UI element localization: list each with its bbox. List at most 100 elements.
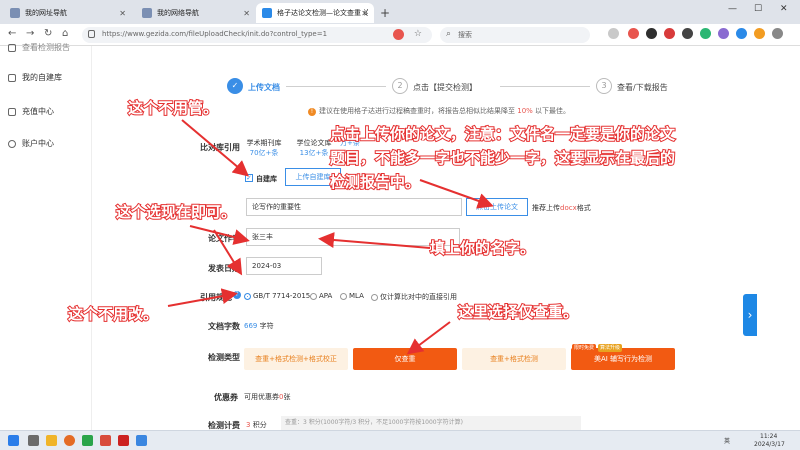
tab-nav-2[interactable]: 我的网络导航 ✕ — [136, 3, 256, 23]
citation-option-direct[interactable]: 仅计算比对中的直接引用 — [371, 292, 457, 302]
compare-library-label: 比对库引用 — [200, 143, 240, 152]
annotation-choose-plagiarism: 这里选择仅查重。 — [457, 302, 579, 322]
annotation-upload-line-2: 题目，不能多一字也不能少一字，这要显示在最后的 — [329, 148, 676, 168]
search-placeholder: 搜索 — [458, 31, 472, 39]
taskbar-app-icon[interactable] — [136, 435, 147, 446]
annotation-upload-line-3: 检测报告中。 — [329, 172, 421, 192]
wps-icon[interactable] — [100, 435, 111, 446]
back-arrow-icon[interactable]: ← — [8, 28, 16, 39]
report-icon — [8, 43, 16, 52]
warning-icon: ! — [308, 108, 316, 116]
close-window-icon[interactable]: ✕ — [780, 4, 788, 14]
tab-nav-1[interactable]: 我的网址导航 ✕ — [4, 3, 132, 23]
extension-icon[interactable] — [682, 28, 693, 39]
check-type-full[interactable]: 查重+格式检测+格式校正 — [244, 348, 348, 370]
citation-option-gbt[interactable]: GB/T 7714-2015 — [244, 292, 310, 300]
start-icon[interactable] — [8, 435, 19, 446]
annotation-no-change: 这个不用改。 — [67, 304, 159, 324]
lock-icon — [88, 30, 95, 38]
word-count-label: 文档字数 — [208, 322, 240, 331]
tab-label: 格子达论文检测—论文查重 论文 — [277, 9, 368, 17]
library-icon — [8, 73, 16, 82]
citation-option-apa[interactable]: APA — [310, 292, 332, 300]
upload-paper-button[interactable]: 点击上传论文 — [466, 198, 528, 216]
sidebar-item-label: 我的自建库 — [22, 73, 62, 82]
folder-icon[interactable] — [46, 435, 57, 446]
extension-icon[interactable] — [608, 28, 619, 39]
sidebar-item-self-library[interactable]: 我的自建库 — [8, 72, 62, 83]
step-2-label: 点击【提交检测】 — [413, 83, 477, 92]
sidebar-item-recharge[interactable]: 充值中心 — [8, 106, 54, 117]
similarity-notice: ! 建议在使用格子达进行过程稿查重时，将报告总相似比结果降至 10% 以下最佳。 — [308, 106, 570, 116]
tab-label: 我的网络导航 — [157, 9, 199, 17]
extension-icon[interactable] — [700, 28, 711, 39]
page-icon — [10, 8, 20, 18]
clock-time: 11:24 — [760, 433, 778, 440]
extension-icon[interactable] — [628, 28, 639, 39]
taskbar-app-icon[interactable] — [118, 435, 129, 446]
taskbar: 英 11:24 2024/3/17 — [0, 430, 800, 450]
tab-close-icon[interactable]: ✕ — [361, 9, 368, 18]
step-2-number: 2 — [392, 78, 408, 94]
file-name-field[interactable]: 论写作的重要性 — [246, 198, 462, 216]
browser-tab-strip: 我的网址导航 ✕ 我的网络导航 ✕ 格子达论文检测—论文查重 论文 ✕ + — … — [0, 0, 800, 24]
check-type-label: 检测类型 — [208, 353, 240, 362]
citation-option-mla[interactable]: MLA — [340, 292, 364, 300]
expand-panel-arrow-icon[interactable]: › — [743, 294, 757, 336]
browser-toolbar: ← → ↻ ⌂ https://www.gezida.com/fileUploa… — [0, 24, 800, 46]
reload-icon[interactable]: ↻ — [44, 28, 52, 39]
gezida-favicon-icon — [262, 8, 272, 18]
extension-icon[interactable] — [664, 28, 675, 39]
upload-format-tip: 推荐上传docx格式 — [532, 204, 591, 212]
annotation-no-need: 这个不用管。 — [127, 98, 219, 118]
sidebar-item-label: 充值中心 — [22, 107, 54, 116]
annotation-upload-line-1: 点击上传你的论文，注意：文件名一定要是你的论文 — [329, 124, 676, 144]
radio-icon — [340, 292, 347, 300]
extension-icon[interactable] — [718, 28, 729, 39]
check-type-plagiarism-format[interactable]: 查重+格式检测 — [462, 348, 566, 370]
search-icon: ⌕ — [446, 29, 452, 39]
extension-icon[interactable] — [736, 28, 747, 39]
input-language[interactable]: 英 — [724, 436, 730, 445]
page-icon — [142, 8, 152, 18]
sidebar-item-account[interactable]: 账户中心 — [8, 138, 54, 149]
notice-percentage: 10% — [517, 107, 533, 115]
search-input[interactable]: ⌕ 搜索 — [440, 27, 590, 43]
publish-date-input[interactable]: 2024-03 — [246, 257, 322, 275]
radio-icon — [371, 293, 378, 301]
new-tab-button[interactable]: + — [380, 6, 390, 20]
annotation-arrows — [167, 119, 494, 355]
tab-close-icon[interactable]: ✕ — [119, 9, 126, 18]
extension-badge-icon[interactable] — [393, 29, 404, 40]
fee-detail: 查重：3 积分(1000字符/3 积分，不足1000字符按1000字符计算) — [281, 416, 581, 430]
check-type-plagiarism-only[interactable]: 仅查重 — [353, 348, 457, 370]
database-journal: 学术期刊库 70亿+条 — [246, 139, 282, 157]
user-icon — [8, 139, 16, 148]
minimize-icon[interactable]: — — [728, 4, 737, 14]
step-3-number: 3 — [596, 78, 612, 94]
author-label: 论文作者 — [208, 234, 240, 243]
menu-icon[interactable] — [772, 28, 783, 39]
home-icon[interactable]: ⌂ — [62, 28, 68, 39]
tab-gezida-active[interactable]: 格子达论文检测—论文查重 论文 ✕ — [256, 3, 374, 23]
tab-close-icon[interactable]: ✕ — [243, 9, 250, 18]
taskbar-app-icon[interactable] — [28, 435, 39, 446]
citation-label: 引用规范 — [200, 293, 232, 302]
sidebar-item-report[interactable]: 查看检测报告 — [8, 42, 70, 53]
wallet-icon — [8, 107, 16, 116]
extension-icon[interactable] — [646, 28, 657, 39]
help-icon[interactable]: ? — [233, 291, 241, 299]
step-connector — [500, 86, 590, 87]
extension-icon[interactable] — [754, 28, 765, 39]
self-built-checkbox[interactable]: ✓ — [245, 174, 253, 182]
upgrade-badge: 算法升级 — [598, 344, 623, 352]
tab-label: 我的网址导航 — [25, 9, 67, 17]
firefox-icon[interactable] — [64, 435, 75, 446]
address-bar[interactable]: https://www.gezida.com/fileUploadCheck/i… — [82, 27, 432, 43]
maximize-icon[interactable]: ☐ — [754, 4, 762, 14]
taskbar-app-icon[interactable] — [82, 435, 93, 446]
forward-arrow-icon[interactable]: → — [26, 28, 34, 39]
bookmark-star-icon[interactable]: ☆ — [414, 29, 422, 39]
author-input[interactable]: 张三丰 — [246, 228, 460, 246]
radio-selected-icon — [244, 292, 251, 300]
